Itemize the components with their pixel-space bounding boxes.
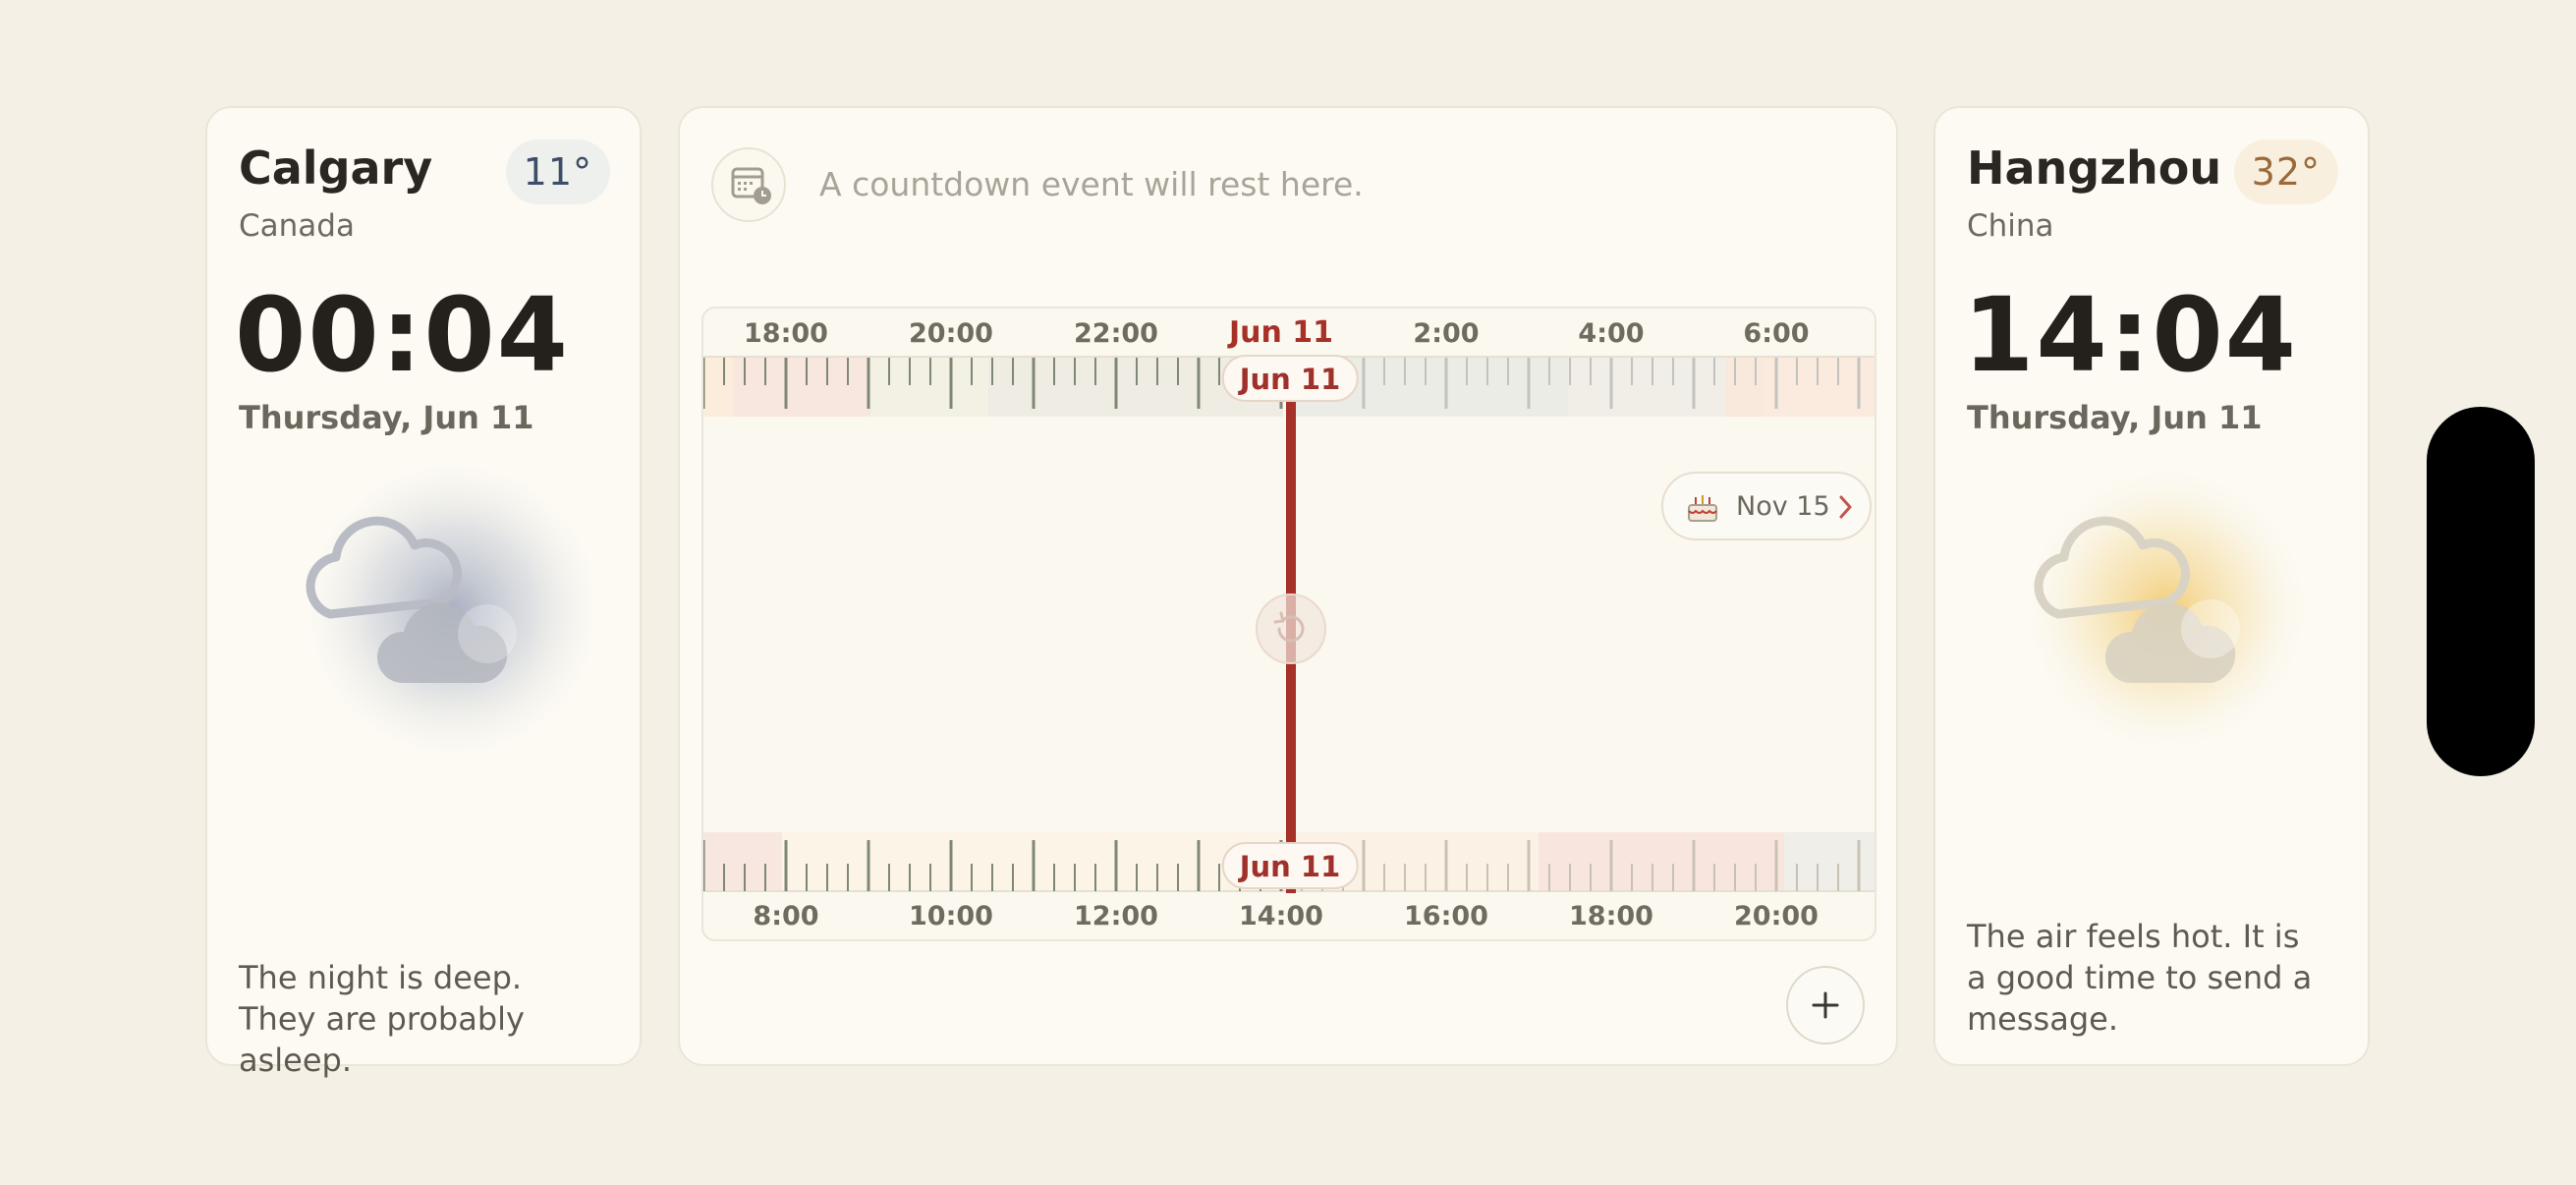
timezone-timeline[interactable]: 18:00 20:00 22:00 Jun 11 2:00 4:00 6:00 8:00 10… <box>701 307 1876 941</box>
side-handle[interactable] <box>2427 407 2535 776</box>
event-chip[interactable]: Nov 15 <box>1661 472 1872 540</box>
birthday-cake-icon <box>1685 489 1720 529</box>
cloudy-night-icon <box>276 462 600 757</box>
countdown-placeholder[interactable]: A countdown event will rest here. <box>819 165 1364 203</box>
top-hour-label: Jun 11 <box>1227 315 1333 350</box>
city-card-calgary[interactable]: Calgary Canada 11° 00:04 Thursday, Jun 1… <box>205 106 642 1079</box>
top-hour-label: 18:00 <box>744 318 828 349</box>
city-name: Hangzhou <box>1967 141 2222 195</box>
chevron-right-icon <box>1836 493 1856 525</box>
status-message: The night is deep. They are probably asl… <box>239 959 525 1079</box>
country-name: China <box>1967 208 2054 244</box>
city-name: Calgary <box>239 141 433 195</box>
top-hour-label: 6:00 <box>1743 318 1809 349</box>
top-hour-label: 4:00 <box>1578 318 1644 349</box>
city-card-hangzhou[interactable]: Hangzhou China 32° 14:04 Thursday, Jun 1… <box>1933 106 2370 1066</box>
top-hour-label: 2:00 <box>1413 318 1479 349</box>
local-time: 00:04 <box>235 275 571 395</box>
bottom-hour-label: 16:00 <box>1404 901 1488 931</box>
bottom-hour-label: 10:00 <box>909 901 993 931</box>
temperature-badge: 32° <box>2233 140 2338 204</box>
bottom-hour-label: 18:00 <box>1569 901 1653 931</box>
country-name: Canada <box>239 208 355 244</box>
bottom-hour-label: 14:00 <box>1239 901 1323 931</box>
bottom-hour-label: 8:00 <box>753 901 818 931</box>
add-city-button[interactable] <box>1786 966 1865 1044</box>
reset-icon[interactable] <box>1256 593 1326 664</box>
timeline-panel: A countdown event will rest here. 18:00 2… <box>678 106 1898 1066</box>
bottom-hour-label: 20:00 <box>1734 901 1819 931</box>
calendar-clock-icon[interactable] <box>711 147 786 222</box>
top-hour-label: 22:00 <box>1074 318 1158 349</box>
local-date: Thursday, Jun 11 <box>1967 399 2263 436</box>
plus-icon <box>1812 991 1839 1019</box>
event-date-label: Nov 15 <box>1736 491 1830 522</box>
top-hour-label: 20:00 <box>909 318 993 349</box>
bottom-hour-label: 12:00 <box>1074 901 1158 931</box>
status-message: The air feels hot. It is a good time to … <box>1967 918 2313 1038</box>
local-date: Thursday, Jun 11 <box>239 399 534 436</box>
local-time: 14:04 <box>1963 275 2299 395</box>
now-date-pill-bottom[interactable]: Jun 11 <box>1221 842 1359 889</box>
temperature-badge: 11° <box>505 140 610 204</box>
cloudy-sunny-icon <box>2004 462 2319 757</box>
now-date-pill-top[interactable]: Jun 11 <box>1221 355 1359 402</box>
